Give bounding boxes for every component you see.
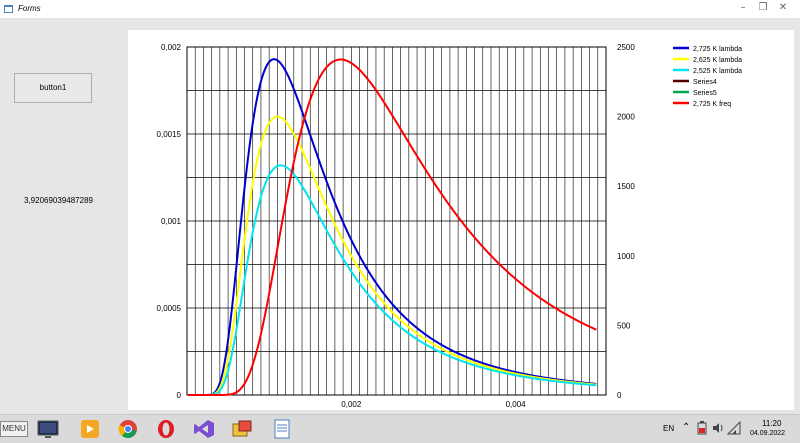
- left-axis-tick-label: 0: [177, 391, 182, 400]
- series-line-2-725-k-freq: [187, 58, 597, 396]
- taskbar: MENU EN ⌃ 11:20 04.09.2022: [0, 414, 800, 443]
- left-axis-tick-label: 0,0005: [157, 304, 182, 313]
- minimize-button[interactable]: –: [735, 2, 751, 14]
- maximize-button[interactable]: ❐: [755, 2, 771, 14]
- chrome-icon[interactable]: [116, 418, 140, 440]
- chart: 0 0,0005 0,001 0,0015 0,002 0 500 1000 1500 2000 2…: [157, 43, 743, 409]
- chevron-up-icon[interactable]: ⌃: [682, 422, 690, 433]
- legend-entry-label: 2,525 K lambda: [693, 68, 742, 75]
- button1[interactable]: button1: [14, 73, 92, 103]
- right-axis-tick-label: 500: [617, 321, 631, 330]
- right-axis-tick-label: 0: [617, 391, 622, 400]
- network-signal-icon[interactable]: [727, 421, 741, 435]
- series-line-2-525-k-lambda: [187, 164, 597, 396]
- right-axis-tick-label: 1500: [617, 182, 635, 191]
- title-bar: Forms – ❐ ✕: [0, 0, 800, 18]
- visual-studio-icon[interactable]: [192, 418, 216, 440]
- legend-entry-label: 2,625 K lambda: [693, 57, 742, 64]
- right-axis-tick-label: 2500: [617, 43, 635, 52]
- legend-entry-label: Series5: [693, 90, 717, 97]
- monitor-icon[interactable]: [36, 418, 60, 440]
- app-window-icon[interactable]: [230, 418, 254, 440]
- battery-icon[interactable]: [696, 421, 708, 435]
- x-axis-tick-label: 0,004: [506, 400, 527, 409]
- right-axis-tick-label: 1000: [617, 252, 635, 261]
- clock-date[interactable]: 04.09.2022: [750, 430, 785, 437]
- chart-panel: 0 0,0005 0,001 0,0015 0,002 0 500 1000 1500 2000 2…: [128, 30, 794, 410]
- close-button[interactable]: ✕: [775, 2, 791, 14]
- volume-icon[interactable]: [712, 421, 724, 435]
- left-axis-tick-label: 0,001: [161, 217, 182, 226]
- series-line-2-725-k-lambda: [187, 58, 597, 396]
- clock-time[interactable]: 11:20: [762, 419, 781, 428]
- left-axis-tick-label: 0,0015: [157, 130, 182, 139]
- language-indicator[interactable]: EN: [663, 424, 674, 433]
- left-axis-tick-label: 0,002: [161, 43, 182, 52]
- legend-entry-label: Series4: [693, 79, 717, 86]
- opera-icon[interactable]: [154, 418, 178, 440]
- legend-entry-label: 2,725 K freq: [693, 101, 731, 108]
- value-label: 3,92069039487289: [24, 196, 93, 205]
- right-axis-tick-label: 2000: [617, 113, 635, 122]
- media-player-icon[interactable]: [78, 418, 102, 440]
- x-axis-tick-label: 0,002: [341, 400, 362, 409]
- menu-button[interactable]: MENU: [0, 421, 28, 437]
- app-icon: [4, 5, 13, 13]
- notepad-icon[interactable]: [270, 418, 294, 440]
- legend-entry-label: 2,725 K lambda: [693, 46, 742, 53]
- window-title: Forms: [18, 4, 41, 13]
